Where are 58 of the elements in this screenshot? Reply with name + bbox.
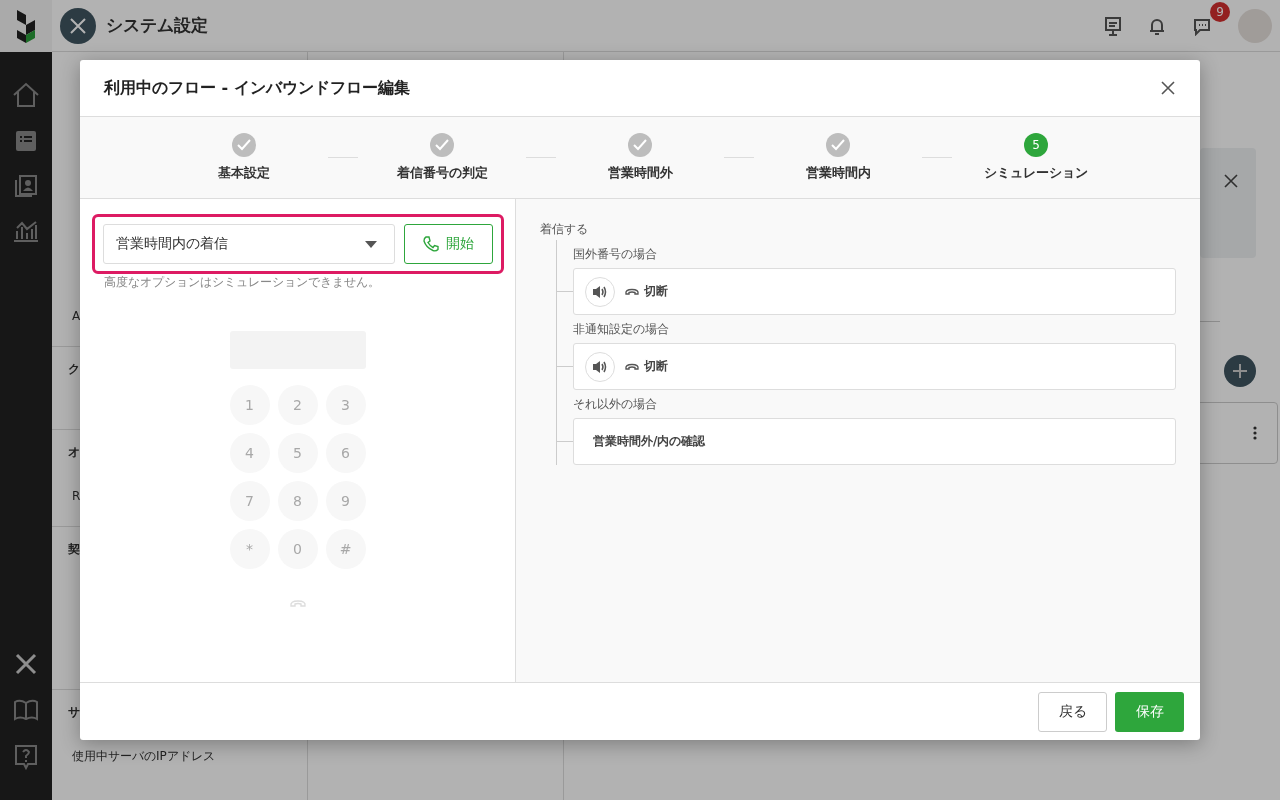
page-title: システム設定 <box>106 14 208 37</box>
keypad-key[interactable]: 7 <box>229 481 270 521</box>
branch-label: 国外番号の場合 <box>573 246 658 263</box>
menu-heading: サ <box>68 703 80 721</box>
keypad-key[interactable]: 9 <box>325 481 366 521</box>
menu-heading: オ <box>68 443 80 461</box>
chart-icon[interactable] <box>12 219 40 243</box>
save-button[interactable]: 保存 <box>1115 691 1184 732</box>
flow-node-card[interactable]: 切断 <box>573 343 1176 390</box>
speaker-icon <box>592 284 608 299</box>
home-icon[interactable] <box>12 82 40 108</box>
menu-heading: ク <box>68 360 80 378</box>
step-label: 基本設定 <box>218 164 270 182</box>
branch-label: それ以外の場合 <box>573 396 658 413</box>
step-indicator: 5 <box>1024 133 1048 157</box>
notification-badge: 9 <box>1210 1 1230 22</box>
hang-up-icon <box>624 363 640 370</box>
list-icon[interactable] <box>14 129 38 153</box>
close-icon[interactable] <box>1161 81 1175 95</box>
step-label: シミュレーション <box>984 164 1088 182</box>
presentation-icon[interactable] <box>1104 15 1122 36</box>
close-icon[interactable] <box>1224 174 1238 188</box>
book-icon[interactable] <box>13 699 39 721</box>
help-icon[interactable] <box>14 744 38 770</box>
keypad-key[interactable]: 4 <box>229 433 270 473</box>
action-label: 切断 <box>644 358 668 375</box>
step-label: 着信番号の判定 <box>396 164 488 182</box>
scenario-select[interactable]: 営業時間内の着信 <box>102 224 395 264</box>
menu-heading: 契 <box>68 540 80 558</box>
phone-icon <box>422 235 440 253</box>
plus-icon <box>1232 363 1248 379</box>
dialog-title: 利用中のフロー - インバウンドフロー編集 <box>104 77 410 99</box>
keypad-key[interactable]: 3 <box>325 385 366 425</box>
more-icon[interactable] <box>1253 426 1257 440</box>
step-label: 営業時間外 <box>607 164 673 182</box>
keypad-key[interactable]: # <box>325 529 366 569</box>
contact-card-icon[interactable] <box>14 174 38 198</box>
keypad-key[interactable]: 8 <box>277 481 318 521</box>
step-label: 営業時間内 <box>805 164 871 182</box>
keypad-key[interactable]: 5 <box>277 433 318 473</box>
speaker-icon <box>592 359 608 374</box>
hint-text: 高度なオプションはシミュレーションできません。 <box>104 274 380 291</box>
add-button[interactable] <box>1224 355 1256 387</box>
back-button[interactable]: 戻る <box>1038 691 1107 732</box>
flow-node-card[interactable]: 切断 <box>573 268 1176 315</box>
keypad-key[interactable]: * <box>229 529 270 569</box>
flow-root-label: 着信する <box>540 221 589 238</box>
keypad-key[interactable]: 0 <box>277 529 318 569</box>
branch-label: 非通知設定の場合 <box>573 321 670 338</box>
step-name: 営業時間外/内の確認 <box>593 433 706 450</box>
keypad-key[interactable]: 6 <box>325 433 366 473</box>
flow-node-card[interactable]: 営業時間外/内の確認 <box>573 418 1176 465</box>
caret-icon <box>364 240 377 248</box>
start-button[interactable]: 開始 <box>403 224 493 264</box>
action-label: 切断 <box>644 283 668 300</box>
keypad-key[interactable]: 2 <box>277 385 318 425</box>
keypad-key[interactable]: 1 <box>229 385 270 425</box>
hang-up-icon <box>624 288 640 295</box>
